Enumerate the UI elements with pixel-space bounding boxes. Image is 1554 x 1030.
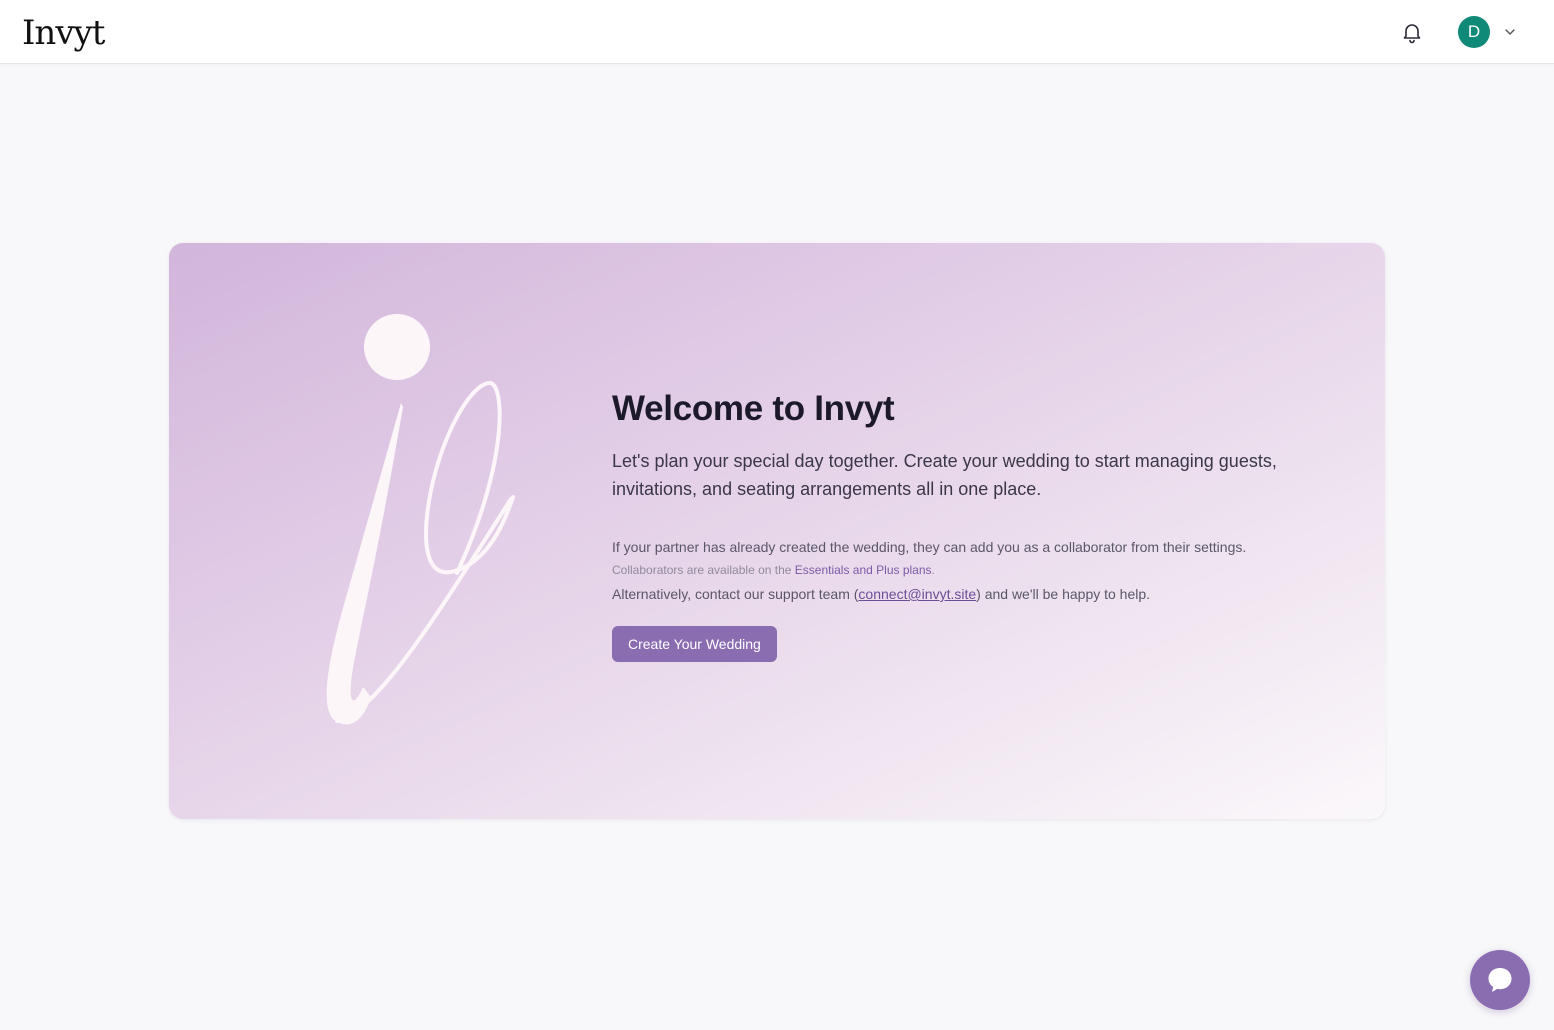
support-email-link[interactable]: connect@invyt.site: [858, 586, 976, 602]
brand-mark-icon: [326, 314, 515, 725]
chat-launcher-button[interactable]: [1470, 950, 1530, 1010]
collaborator-note-prefix: Collaborators are available on the: [612, 563, 795, 577]
avatar[interactable]: D: [1458, 16, 1490, 48]
top-bar: Invyt D: [0, 0, 1554, 64]
partner-note: If your partner has already created the …: [612, 539, 1247, 555]
chevron-down-icon[interactable]: [1503, 25, 1517, 39]
plans-link[interactable]: Essentials and Plus plans: [795, 563, 932, 577]
logo-text: Invyt: [22, 13, 105, 53]
logo[interactable]: Invyt: [22, 12, 105, 58]
welcome-lead: Let's plan your special day together. Cr…: [612, 451, 1277, 499]
support-note: Alternatively, contact our support team …: [612, 584, 1332, 604]
welcome-card: Welcome to Invyt Let's plan your special…: [169, 243, 1385, 819]
support-note-suffix: ) and we'll be happy to help.: [976, 586, 1151, 602]
welcome-content: Welcome to Invyt Let's plan your special…: [612, 387, 1332, 662]
collaborator-note: Collaborators are available on the Essen…: [612, 562, 1332, 578]
bell-icon[interactable]: [1400, 20, 1424, 44]
support-note-prefix: Alternatively, contact our support team …: [612, 586, 859, 602]
page-title: Welcome to Invyt: [612, 389, 895, 428]
create-wedding-button[interactable]: Create Your Wedding: [612, 626, 777, 662]
collaborator-note-suffix: .: [931, 563, 935, 577]
chat-bubble-icon: [1488, 968, 1512, 992]
